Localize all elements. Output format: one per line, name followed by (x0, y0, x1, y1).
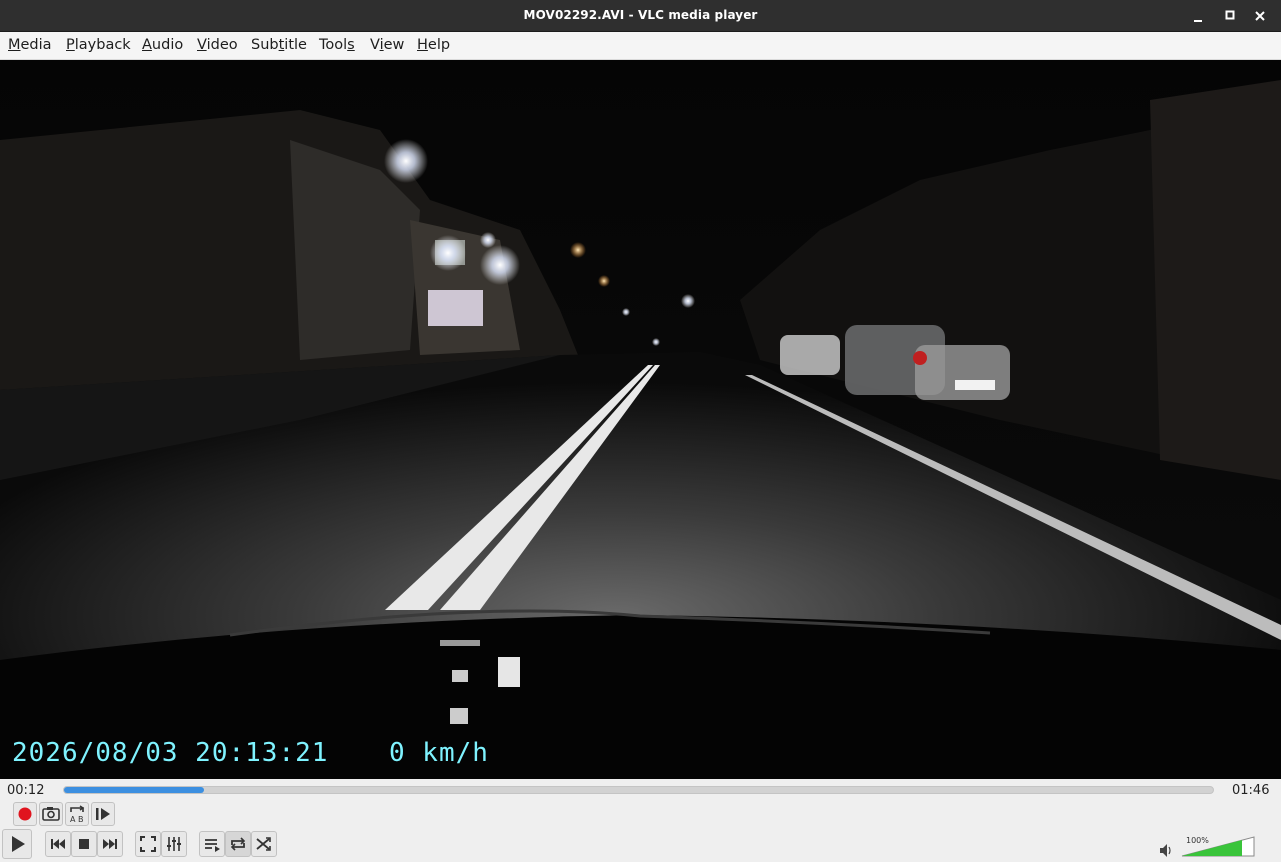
volume-control[interactable]: 100% (1158, 833, 1258, 859)
menu-tools[interactable]: Tools (318, 32, 356, 59)
menu-subtitle-rest: itle (284, 37, 307, 53)
loop-ab-icon: A B (70, 805, 85, 824)
close-icon (1255, 11, 1265, 21)
menu-help[interactable]: Help (416, 32, 451, 59)
menu-subtitle[interactable]: Subtitle (250, 32, 308, 59)
menu-tools-accel: s (347, 37, 355, 53)
video-output[interactable]: 2026/08/03 20:13:21 0 km/h (0, 60, 1281, 779)
equalizer-icon (167, 837, 181, 851)
menu-subtitle-pre: Sub (251, 37, 279, 53)
svg-text:B: B (78, 815, 84, 824)
speaker-icon (1160, 844, 1171, 857)
next-button[interactable] (97, 831, 123, 857)
seek-area: 00:12 01:46 (0, 779, 1281, 801)
extended-settings-button[interactable] (161, 831, 187, 857)
snapshot-button[interactable] (39, 802, 63, 826)
seek-progress (64, 787, 204, 793)
fullscreen-button[interactable] (135, 831, 161, 857)
menu-view-rest: ew (383, 37, 405, 53)
record-button[interactable] (13, 802, 37, 826)
camera-icon (42, 807, 60, 821)
seek-slider[interactable] (63, 786, 1214, 794)
menu-playback-accel: P (66, 37, 75, 53)
playlist-icon (205, 839, 220, 852)
previous-icon (51, 839, 65, 849)
play-icon (12, 836, 25, 852)
next-icon (103, 839, 117, 849)
menu-help-accel: H (417, 37, 428, 53)
fullscreen-icon (140, 836, 156, 852)
menu-playback-rest: layback (74, 37, 131, 53)
menu-audio[interactable]: Audio (141, 32, 184, 59)
osd-datetime: 2026/08/03 20:13:21 (12, 738, 329, 768)
maximize-button[interactable] (1219, 5, 1241, 27)
loop-button[interactable] (225, 831, 251, 857)
maximize-icon (1225, 10, 1235, 20)
close-button[interactable] (1249, 5, 1271, 27)
menu-tools-pre: Tool (319, 37, 348, 53)
menu-media-rest: edia (20, 37, 52, 53)
previous-button[interactable] (45, 831, 71, 857)
minimize-icon (1194, 20, 1202, 22)
play-button[interactable] (2, 829, 32, 859)
elapsed-time[interactable]: 00:12 (7, 783, 44, 798)
menu-media[interactable]: Media (7, 32, 53, 59)
stop-icon (79, 839, 89, 849)
menu-view[interactable]: View (369, 32, 405, 59)
menu-video[interactable]: Video (196, 32, 239, 59)
loop-icon (230, 837, 246, 851)
shuffle-icon (256, 837, 271, 851)
menu-audio-accel: A (142, 37, 152, 53)
frame-step-icon (96, 808, 110, 820)
record-icon (18, 807, 32, 821)
shuffle-button[interactable] (251, 831, 277, 857)
frame-step-button[interactable] (91, 802, 115, 826)
menu-audio-rest: udio (151, 37, 184, 53)
osd-speed: 0 km/h (389, 738, 489, 768)
title-bar: MOV02292.AVI - VLC media player (0, 0, 1281, 32)
total-time[interactable]: 01:46 (1232, 783, 1269, 798)
menu-video-accel: V (197, 37, 207, 53)
window-title: MOV02292.AVI - VLC media player (523, 8, 758, 22)
playlist-button[interactable] (199, 831, 225, 857)
volume-slider[interactable] (1180, 835, 1256, 857)
minimize-button[interactable] (1187, 5, 1209, 27)
loop-ab-button[interactable]: A B (65, 802, 89, 826)
stop-button[interactable] (71, 831, 97, 857)
svg-text:A: A (70, 815, 76, 824)
menu-video-rest: ideo (206, 37, 238, 53)
video-frame (0, 60, 1281, 779)
menu-media-accel: M (8, 37, 21, 53)
menu-playback[interactable]: Playback (65, 32, 132, 59)
menu-help-rest: elp (427, 37, 451, 53)
menu-view-pre: V (370, 37, 380, 53)
menu-bar: Media Playback Audio Video Subtitle Tool… (0, 32, 1281, 60)
